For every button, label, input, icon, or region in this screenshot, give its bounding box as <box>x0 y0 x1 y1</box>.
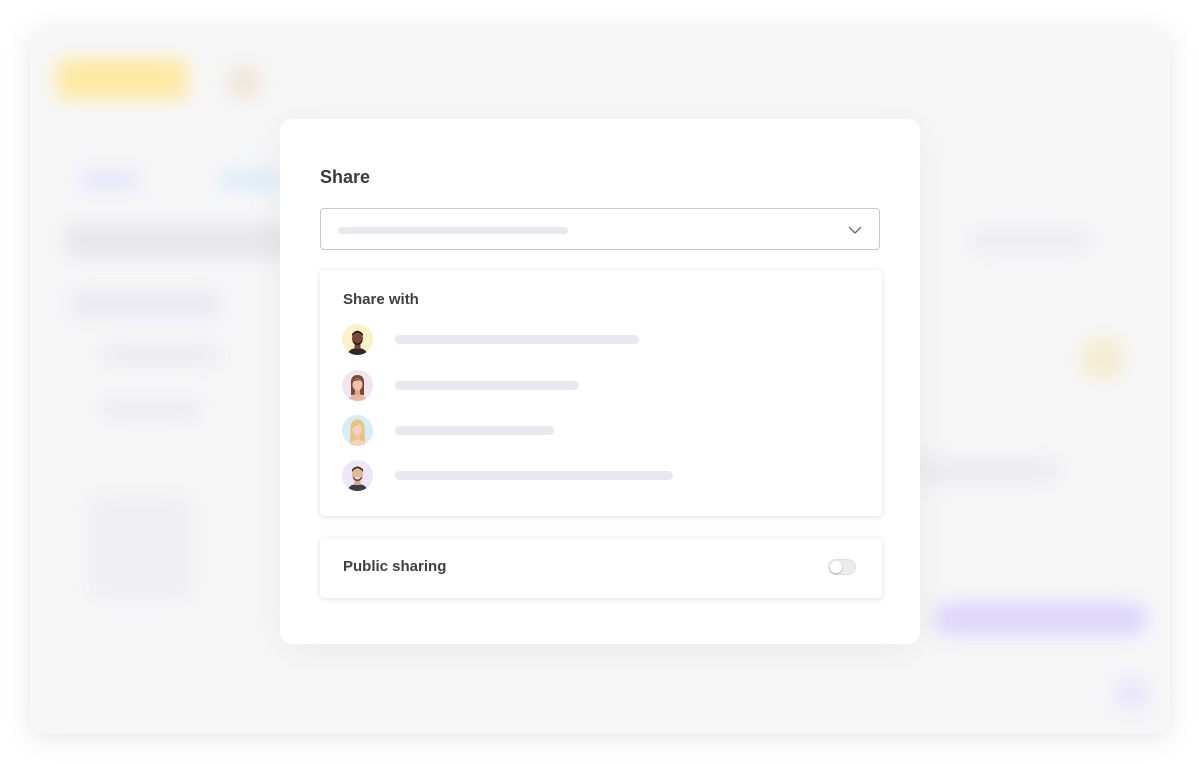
screen: Share Share with Public sharing <box>0 0 1199 764</box>
select-placeholder <box>338 227 568 234</box>
public-sharing-toggle[interactable] <box>828 559 856 575</box>
background-search <box>64 224 294 258</box>
share-with-panel: Share with <box>320 270 882 516</box>
avatar-icon <box>342 460 373 491</box>
public-sharing-panel: Public sharing <box>320 538 882 598</box>
background-item <box>100 398 200 420</box>
share-person-row[interactable] <box>342 370 862 402</box>
share-select-dropdown[interactable] <box>320 208 880 250</box>
share-modal: Share Share with Public sharing <box>280 119 920 644</box>
person-name <box>395 426 554 435</box>
background-avatar <box>1080 336 1126 382</box>
background-item <box>970 228 1090 254</box>
avatar-icon <box>342 415 373 446</box>
avatar-icon <box>342 370 373 401</box>
background-item <box>910 458 1060 484</box>
share-person-row[interactable] <box>342 415 862 447</box>
background-item <box>100 344 220 366</box>
background-logo <box>56 58 188 100</box>
chevron-down-icon <box>848 226 862 234</box>
share-person-row[interactable] <box>342 324 862 356</box>
background-card <box>86 492 196 602</box>
public-sharing-label: Public sharing <box>343 558 447 575</box>
modal-title: Share <box>320 167 371 187</box>
background-tab <box>220 170 280 190</box>
avatar-icon <box>342 324 373 355</box>
toggle-knob <box>830 561 842 573</box>
background-item <box>70 290 220 318</box>
person-name <box>395 335 639 344</box>
background-avatar <box>1114 676 1150 712</box>
person-name <box>395 471 673 480</box>
background-button <box>934 602 1148 636</box>
share-with-heading: Share with <box>343 291 419 308</box>
share-person-row[interactable] <box>342 460 862 492</box>
background-tab <box>80 170 140 190</box>
person-name <box>395 381 579 390</box>
background-avatar <box>226 64 262 100</box>
